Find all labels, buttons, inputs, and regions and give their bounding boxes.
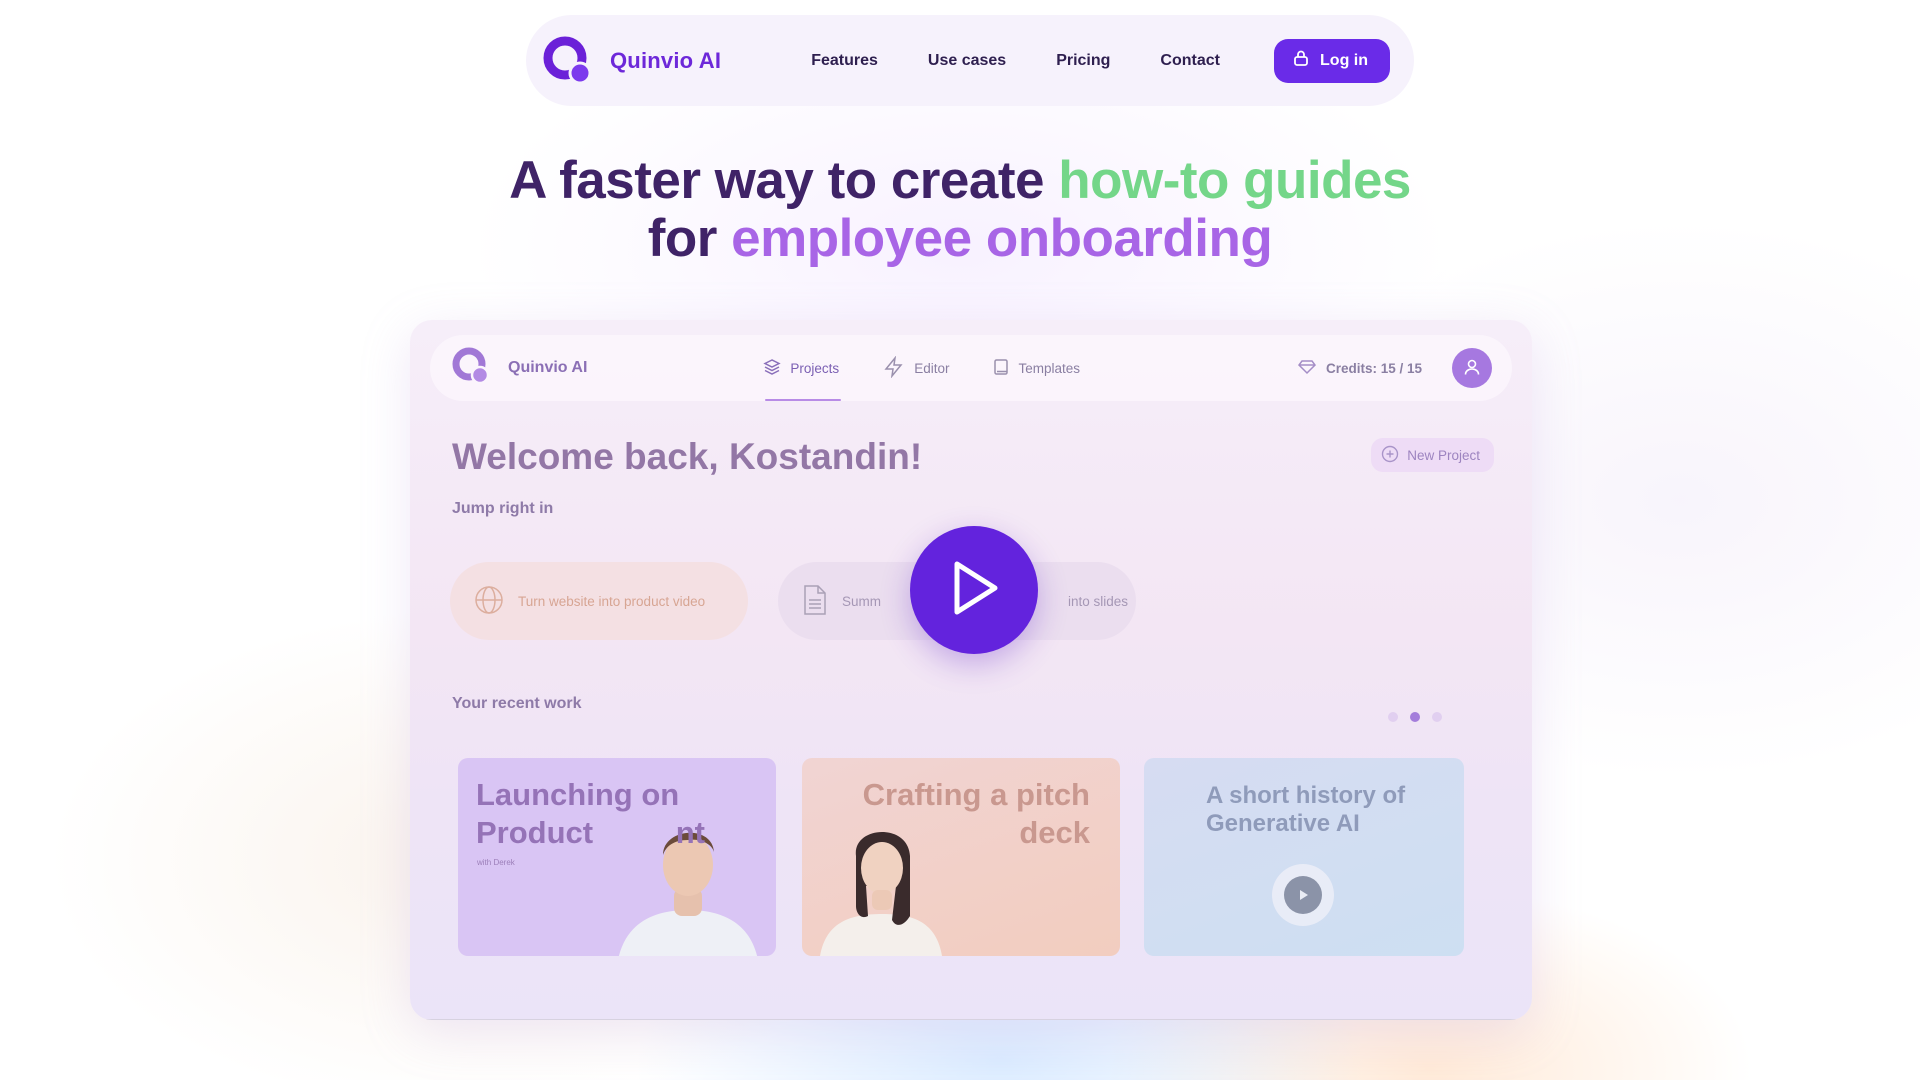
app-tabs: Projects Editor Templates <box>763 335 1080 401</box>
plus-circle-icon <box>1381 445 1399 466</box>
tab-templates[interactable]: Templates <box>993 335 1080 401</box>
recent-card-subtitle: with Derek <box>477 858 515 867</box>
credits-display: Credits: 15 / 15 <box>1297 348 1492 388</box>
recent-card-title-tail: nt <box>675 815 705 850</box>
nav-links: Features Use cases Pricing Contact <box>811 52 1220 70</box>
jump-action-website-video[interactable]: Turn website into product video <box>450 562 748 640</box>
tab-projects-label: Projects <box>790 360 840 376</box>
nav-link-features[interactable]: Features <box>811 52 878 70</box>
jump-action-website-video-label: Turn website into product video <box>518 593 706 609</box>
credits-text: Credits: 15 / 15 <box>1325 360 1422 376</box>
play-icon <box>947 558 1001 623</box>
jump-action-summarize-label-start: Summ <box>842 593 882 609</box>
nav-link-use-cases[interactable]: Use cases <box>928 52 1006 70</box>
app-brand: Quinvio AI <box>450 345 587 392</box>
diamond-icon <box>1297 359 1316 378</box>
recent-card-pitch-deck[interactable]: Crafting a pitch deck <box>802 758 1120 956</box>
new-project-button[interactable]: New Project <box>1371 438 1494 472</box>
headline-line1-start: A faster way to create <box>509 151 1059 210</box>
globe-icon <box>474 585 504 618</box>
hero-headline: A faster way to create how-to guides for… <box>0 152 1920 268</box>
quinvio-logo-icon <box>450 345 492 392</box>
card-play-button[interactable] <box>1272 864 1334 926</box>
welcome-heading: Welcome back, Kostandin! <box>452 436 923 477</box>
headline-highlight-green: how-to guides <box>1058 151 1411 210</box>
nav-link-pricing[interactable]: Pricing <box>1056 52 1110 70</box>
headline-highlight-purple: employee onboarding <box>731 209 1273 268</box>
login-label: Log in <box>1320 51 1368 69</box>
tab-projects[interactable]: Projects <box>763 335 841 401</box>
tab-templates-label: Templates <box>1018 360 1080 376</box>
carousel-dot[interactable] <box>1388 712 1398 722</box>
new-project-label: New Project <box>1407 447 1480 463</box>
top-navigation: Quinvio AI Features Use cases Pricing Co… <box>526 15 1414 106</box>
app-navigation: Quinvio AI Projects Editor Templates Cre… <box>430 335 1512 401</box>
play-icon <box>1284 876 1322 914</box>
recent-card-title: A short history of Generative AI <box>1206 782 1406 837</box>
login-button[interactable]: Log in <box>1274 38 1390 83</box>
tab-editor-label: Editor <box>914 360 950 376</box>
user-icon <box>1463 358 1481 379</box>
jump-right-in-label: Jump right in <box>452 500 554 517</box>
tab-editor[interactable]: Editor <box>883 335 949 401</box>
play-video-button[interactable] <box>910 526 1038 654</box>
carousel-dots <box>1388 712 1442 722</box>
preview-divider <box>420 1019 1532 1020</box>
book-icon <box>993 358 1009 379</box>
headline-line2-start: for <box>647 209 732 268</box>
lock-icon <box>1292 49 1310 72</box>
recent-card-product-hunt[interactable]: Launching on Product nt with Derek <box>458 758 776 956</box>
app-preview[interactable]: Quinvio AI Projects Editor Templates Cre… <box>410 320 1532 1020</box>
layers-icon <box>763 358 782 379</box>
carousel-dot-active[interactable] <box>1410 712 1420 722</box>
app-brand-name: Quinvio AI <box>508 359 588 376</box>
user-avatar[interactable] <box>1452 348 1492 388</box>
lightning-icon <box>883 354 905 381</box>
presenter-woman-image <box>820 831 942 956</box>
nav-link-contact[interactable]: Contact <box>1160 52 1220 70</box>
recent-card-generative-ai[interactable]: A short history of Generative AI <box>1144 758 1464 956</box>
recent-work-label: Your recent work <box>452 695 582 712</box>
brand[interactable]: Quinvio AI <box>540 33 721 89</box>
quinvio-logo-icon <box>540 33 596 89</box>
jump-action-summarize-label-end: into slides <box>1068 593 1129 609</box>
document-icon <box>802 584 828 619</box>
carousel-dot[interactable] <box>1432 712 1442 722</box>
brand-name: Quinvio AI <box>610 47 722 73</box>
